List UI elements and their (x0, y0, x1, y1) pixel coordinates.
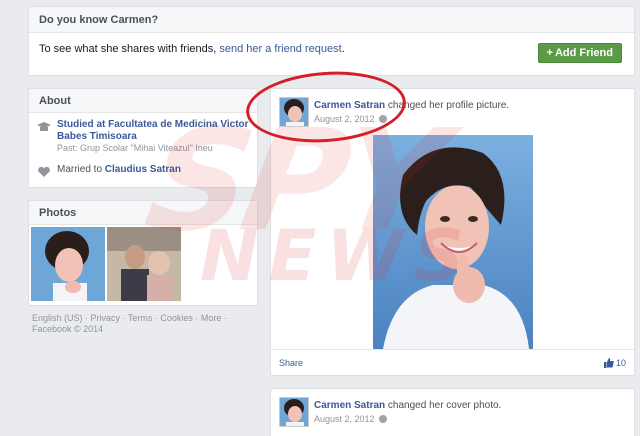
add-friend-button[interactable]: + Add Friend (537, 43, 622, 63)
add-friend-icon: + (546, 47, 553, 59)
post-footer: Share 10 (271, 349, 634, 375)
graduation-cap-icon (37, 122, 51, 131)
post-action: changed her profile picture. (387, 100, 510, 111)
footer-copyright: Facebook © 2014 (32, 324, 104, 334)
post-date[interactable]: August 2, 2012 (314, 414, 375, 424)
thumbs-up-icon (603, 357, 614, 368)
past-school: Past: Grup Scolar "Mihai Viteazul" Ineu (57, 143, 213, 153)
photo-thumbnails (29, 225, 257, 303)
footer-links[interactable]: English (US) · Privacy · Terms · Cookies… (32, 313, 232, 324)
avatar[interactable] (279, 397, 309, 427)
post-header: Carmen Satran changed her cover photo. A… (314, 400, 501, 424)
education-row: Studied at Facultatea de Medicina Victor… (29, 113, 257, 154)
footer: English (US) · Privacy · Terms · Cookies… (32, 313, 232, 335)
author-name[interactable]: Carmen Satran (314, 400, 385, 411)
cover-photo-post: Carmen Satran changed her cover photo. A… (270, 388, 635, 436)
heart-icon (38, 166, 50, 177)
profile-photo[interactable] (373, 135, 533, 349)
friend-request-box: Do you know Carmen? To see what she shar… (28, 6, 635, 76)
like-count[interactable]: 10 (603, 357, 626, 368)
spouse-link[interactable]: Claudius Satran (105, 164, 181, 175)
globe-icon (378, 415, 387, 423)
photo-thumbnail[interactable] (107, 227, 181, 301)
friend-request-title: Do you know Carmen? (29, 7, 634, 33)
share-link[interactable]: Share (279, 358, 303, 368)
photos-card: Photos (28, 200, 258, 306)
send-friend-request-link[interactable]: send her a friend request (219, 43, 341, 55)
about-title: About (29, 89, 257, 113)
about-card: About Studied at Facultatea de Medicina … (28, 88, 258, 188)
post-action: changed her cover photo. (387, 400, 502, 411)
photo-thumbnail[interactable] (31, 227, 105, 301)
photos-title[interactable]: Photos (29, 201, 257, 225)
post-date-row: August 2, 2012 (314, 414, 501, 424)
relationship-row: Married to Claudius Satran (29, 154, 257, 178)
education-link[interactable]: Studied at Facultatea de Medicina Victor… (57, 119, 249, 143)
